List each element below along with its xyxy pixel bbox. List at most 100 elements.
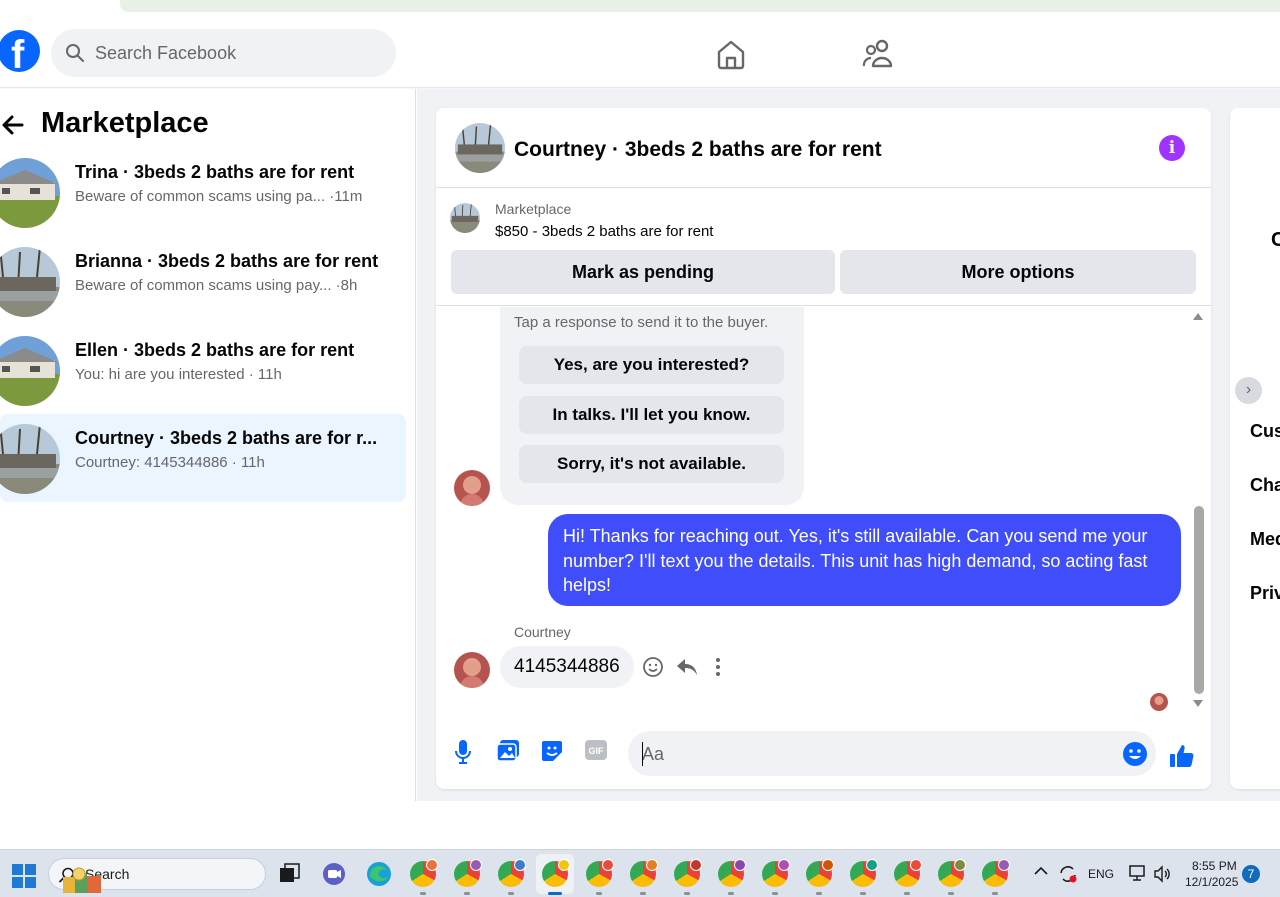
conversation-name: Courtney · 3beds 2 baths are for r... <box>75 428 378 448</box>
conversation-name: Ellen · 3beds 2 baths are for rent <box>75 340 355 360</box>
listing-thumbnail <box>450 203 480 233</box>
facebook-logo-icon[interactable]: f <box>0 30 40 77</box>
listing-thumbnail <box>0 424 60 494</box>
reply-icon[interactable] <box>676 657 698 677</box>
windows-start-icon[interactable] <box>12 864 36 888</box>
listing-thumbnail <box>0 158 60 228</box>
chevron-up-icon[interactable] <box>1034 866 1048 876</box>
details-item-privacy[interactable]: Priv <box>1250 583 1280 604</box>
clock-date[interactable]: 12/1/2025 <box>1185 875 1238 889</box>
listing-thumbnail <box>0 247 60 317</box>
listing-avatar[interactable] <box>455 123 505 173</box>
chrome-profile-icon[interactable] <box>496 859 526 895</box>
friends-icon[interactable] <box>861 37 897 71</box>
react-emoji-icon[interactable] <box>642 656 664 678</box>
more-vertical-icon[interactable] <box>714 656 722 678</box>
conversation-details-panel <box>1230 108 1280 789</box>
listing-thumbnail <box>0 336 60 406</box>
conversation-item-courtney[interactable]: Courtney · 3beds 2 baths are for r... Co… <box>0 414 406 502</box>
thumbs-up-icon[interactable] <box>1169 743 1195 769</box>
sender-avatar[interactable] <box>454 470 490 506</box>
info-icon[interactable]: i <box>1159 135 1185 161</box>
details-item-customize[interactable]: Cus <box>1250 421 1280 442</box>
conversation-item-trina[interactable]: Trina · 3beds 2 baths are for rent Bewar… <box>0 148 406 236</box>
message-input-wrapper[interactable] <box>628 731 1156 776</box>
more-options-button[interactable]: More options <box>840 250 1196 294</box>
quick-reply-button[interactable]: Yes, are you interested? <box>519 346 784 384</box>
emoji-icon[interactable] <box>1122 741 1148 767</box>
chrome-profile-icon[interactable] <box>628 859 658 895</box>
chat-title[interactable]: Courtney · 3beds 2 baths are for rent <box>514 138 882 162</box>
conversation-preview: You: hi are you interested · 11h <box>75 366 282 383</box>
sync-icon[interactable] <box>1058 864 1078 884</box>
details-item-media[interactable]: Med <box>1250 529 1280 550</box>
quick-reply-button[interactable]: Sorry, it's not available. <box>519 445 784 483</box>
incoming-message[interactable]: 4145344886 <box>500 646 634 688</box>
sticker-icon[interactable] <box>540 739 564 763</box>
search-box[interactable] <box>51 29 396 77</box>
chrome-profile-icon[interactable] <box>408 859 438 895</box>
conversation-name: Brianna · 3beds 2 baths are for rent <box>75 251 379 271</box>
incoming-sender-name: Courtney <box>514 624 571 640</box>
message-input[interactable] <box>642 742 1102 766</box>
scrollbar-thumb[interactable] <box>1194 506 1204 694</box>
teams-chat-icon[interactable] <box>322 862 346 886</box>
svg-text:GIF: GIF <box>589 746 605 756</box>
back-arrow-icon[interactable] <box>0 113 28 137</box>
chrome-profile-icon[interactable] <box>716 859 746 895</box>
facebook-header: f <box>0 20 1280 88</box>
outgoing-message[interactable]: Hi! Thanks for reaching out. Yes, it's s… <box>548 514 1181 606</box>
listing-source: Marketplace <box>495 201 572 217</box>
scroll-down-arrow[interactable] <box>1193 700 1203 707</box>
seen-indicator-avatar <box>1150 693 1168 711</box>
search-highlight-icon <box>63 867 101 893</box>
sender-avatar[interactable] <box>454 652 490 688</box>
edge-browser-icon[interactable] <box>366 861 392 887</box>
message-composer: GIF <box>436 717 1211 789</box>
volume-icon[interactable] <box>1153 865 1171 883</box>
conversation-preview: Beware of common scams using pa... ·11m <box>75 188 363 205</box>
clock-time[interactable]: 8:55 PM <box>1192 859 1237 873</box>
mark-as-pending-button[interactable]: Mark as pending <box>451 250 835 294</box>
chrome-profile-icon[interactable] <box>936 859 966 895</box>
conversation-name: Trina · 3beds 2 baths are for rent <box>75 162 355 182</box>
chrome-profile-icon[interactable] <box>892 859 922 895</box>
details-item-chat-info[interactable]: Cha <box>1250 475 1280 496</box>
conversation-item-brianna[interactable]: Brianna · 3beds 2 baths are for rent Bew… <box>0 237 406 325</box>
search-input[interactable] <box>95 41 375 65</box>
chrome-profile-icon[interactable] <box>848 859 878 895</box>
marketplace-sidebar: Marketplace Trina · 3beds 2 baths are fo… <box>0 89 416 801</box>
chrome-profile-icon[interactable] <box>452 859 482 895</box>
chevron-right-icon[interactable]: › <box>1235 377 1262 404</box>
gif-icon[interactable]: GIF <box>584 739 608 761</box>
language-indicator[interactable]: ENG <box>1088 867 1114 881</box>
message-list: Tap a response to send it to the buyer. … <box>436 307 1211 717</box>
search-icon <box>66 44 84 62</box>
scroll-up-arrow[interactable] <box>1193 313 1203 320</box>
chrome-profile-icon[interactable] <box>760 859 790 895</box>
home-icon[interactable] <box>714 37 748 71</box>
task-view-icon[interactable] <box>279 863 301 885</box>
chat-header: Courtney · 3beds 2 baths are for rent i <box>436 108 1211 188</box>
browser-address-strip <box>0 0 1280 20</box>
taskbar-search[interactable]: Search <box>48 858 266 893</box>
quick-replies-hint: Tap a response to send it to the buyer. <box>514 314 769 331</box>
listing-title[interactable]: $850 - 3beds 2 baths are for rent <box>495 223 713 240</box>
chat-window: Courtney · 3beds 2 baths are for rent i … <box>436 108 1211 789</box>
listing-bar: Marketplace $850 - 3beds 2 baths are for… <box>436 188 1211 306</box>
quick-reply-button[interactable]: In talks. I'll let you know. <box>519 396 784 434</box>
text-cursor <box>642 742 643 766</box>
notification-badge[interactable]: 7 <box>1242 865 1260 883</box>
conversation-item-ellen[interactable]: Ellen · 3beds 2 baths are for rent You: … <box>0 326 406 414</box>
chrome-profile-icon[interactable] <box>804 859 834 895</box>
photo-icon[interactable] <box>496 739 520 763</box>
microphone-icon[interactable] <box>454 739 472 765</box>
chrome-profile-icon[interactable] <box>672 859 702 895</box>
network-icon[interactable] <box>1128 864 1148 882</box>
chrome-profile-icon-active[interactable] <box>540 859 570 895</box>
chrome-profile-icon[interactable] <box>584 859 614 895</box>
conversation-preview: Courtney: 4145344886 · 11h <box>75 454 265 471</box>
details-heading-fragment: C <box>1271 229 1280 251</box>
chrome-profile-icon[interactable] <box>980 859 1010 895</box>
windows-taskbar: Search ENG 8:55 PM 12/1/2025 7 <box>0 849 1280 897</box>
